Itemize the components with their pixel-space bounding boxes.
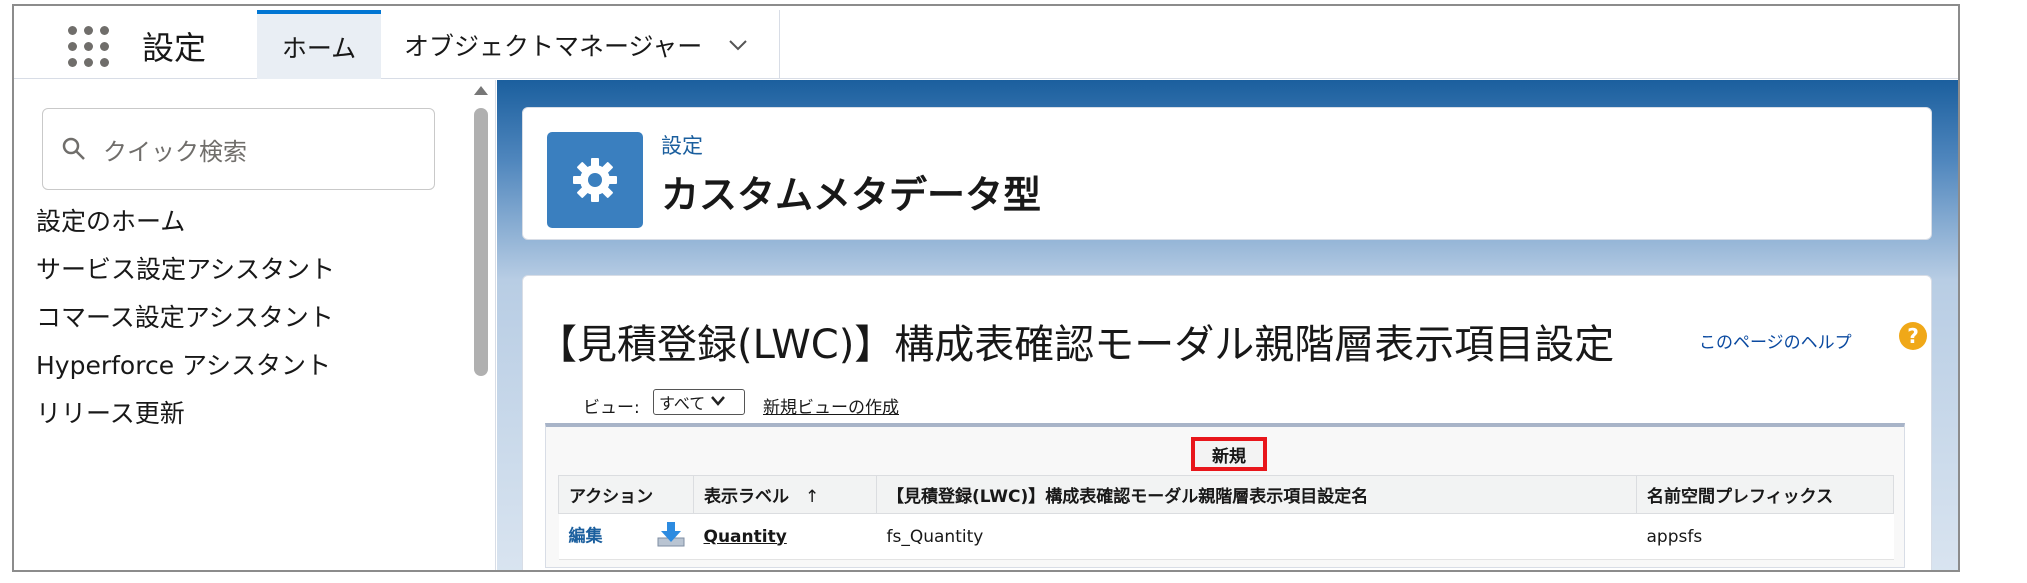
list-table-container: 新規 アクション 表示ラベル ↑ 【見積登録(LWC)】構成表確認モーダル親階層表… (545, 423, 1905, 568)
view-label: ビュー: (583, 398, 640, 418)
app-window: 設定 ホーム オブジェクトマネージャー クイック検索 設定のホーム サービス設定… (12, 4, 1960, 572)
search-placeholder: クイック検索 (103, 137, 247, 166)
action-cell: 編集 (558, 513, 694, 560)
column-header-action: アクション (558, 475, 694, 514)
list-title: 【見積登録(LWC)】構成表確認モーダル親階層表示項目設定 (537, 322, 1615, 368)
app-launcher-icon[interactable] (68, 26, 110, 68)
tab-home[interactable]: ホーム (257, 10, 381, 79)
name-cell: fs_Quantity (876, 513, 1637, 560)
sidebar-scrollbar[interactable] (469, 80, 495, 570)
namespace-cell: appsfs (1636, 513, 1894, 560)
sidebar-item-setup-home[interactable]: 設定のホーム (36, 202, 185, 238)
view-select[interactable]: すべて (653, 389, 745, 415)
page-title: カスタムメタデータ型 (661, 173, 1042, 217)
page-header: 設定 カスタムメタデータ型 (522, 107, 1932, 240)
column-header-namespace[interactable]: 名前空間プレフィックス (1636, 475, 1894, 514)
chevron-down-icon[interactable] (728, 32, 748, 57)
main-content: 設定 カスタムメタデータ型 【見積登録(LWC)】構成表確認モーダル親階層表示項… (497, 80, 1958, 570)
help-link[interactable]: このページのヘルプ (1699, 328, 1852, 353)
sort-ascending-icon[interactable]: ↑ (805, 487, 819, 507)
download-icon[interactable] (656, 520, 686, 553)
global-header: 設定 ホーム オブジェクトマネージャー (14, 6, 1958, 79)
sidebar-item-hyperforce[interactable]: Hyperforce アシスタント (36, 346, 331, 382)
column-header-label[interactable]: 表示ラベル ↑ (693, 475, 877, 514)
label-cell: Quantity (693, 513, 877, 560)
tab-label: ホーム (281, 33, 357, 63)
quick-find-input[interactable]: クイック検索 (42, 108, 435, 190)
help-icon[interactable]: ? (1899, 322, 1927, 350)
edit-link[interactable]: 編集 (569, 527, 603, 547)
view-selected-value: すべて (659, 394, 706, 413)
list-view-card: 【見積登録(LWC)】構成表確認モーダル親階層表示項目設定 このページのヘルプ … (522, 275, 1932, 570)
tab-label: オブジェクトマネージャー (404, 31, 703, 61)
records-table: アクション 表示ラベル ↑ 【見積登録(LWC)】構成表確認モーダル親階層表示項目… (558, 475, 1894, 560)
new-button[interactable]: 新規 (1191, 437, 1267, 471)
record-label-link[interactable]: Quantity (704, 527, 787, 547)
app-name: 設定 (142, 29, 207, 67)
gear-icon (547, 132, 643, 228)
sidebar-item-commerce-setup[interactable]: コマース設定アシスタント (36, 298, 334, 334)
table-row: 編集 Quantity fs_Quantity appsfs (558, 513, 1894, 560)
setup-sidebar: クイック検索 設定のホーム サービス設定アシスタント コマース設定アシスタント … (14, 80, 496, 570)
chevron-down-icon (711, 394, 726, 410)
sidebar-item-service-setup[interactable]: サービス設定アシスタント (36, 250, 335, 286)
tab-object-manager[interactable]: オブジェクトマネージャー (382, 10, 780, 79)
breadcrumb[interactable]: 設定 (661, 130, 703, 160)
column-label-text: 表示ラベル (704, 487, 789, 507)
search-icon (62, 137, 85, 160)
scroll-thumb[interactable] (474, 108, 488, 376)
scroll-up-icon[interactable] (474, 86, 488, 95)
column-header-name[interactable]: 【見積登録(LWC)】構成表確認モーダル親階層表示項目設定名 (876, 475, 1637, 514)
sidebar-item-release-updates[interactable]: リリース更新 (36, 394, 185, 430)
create-new-view-link[interactable]: 新規ビューの作成 (763, 393, 899, 418)
